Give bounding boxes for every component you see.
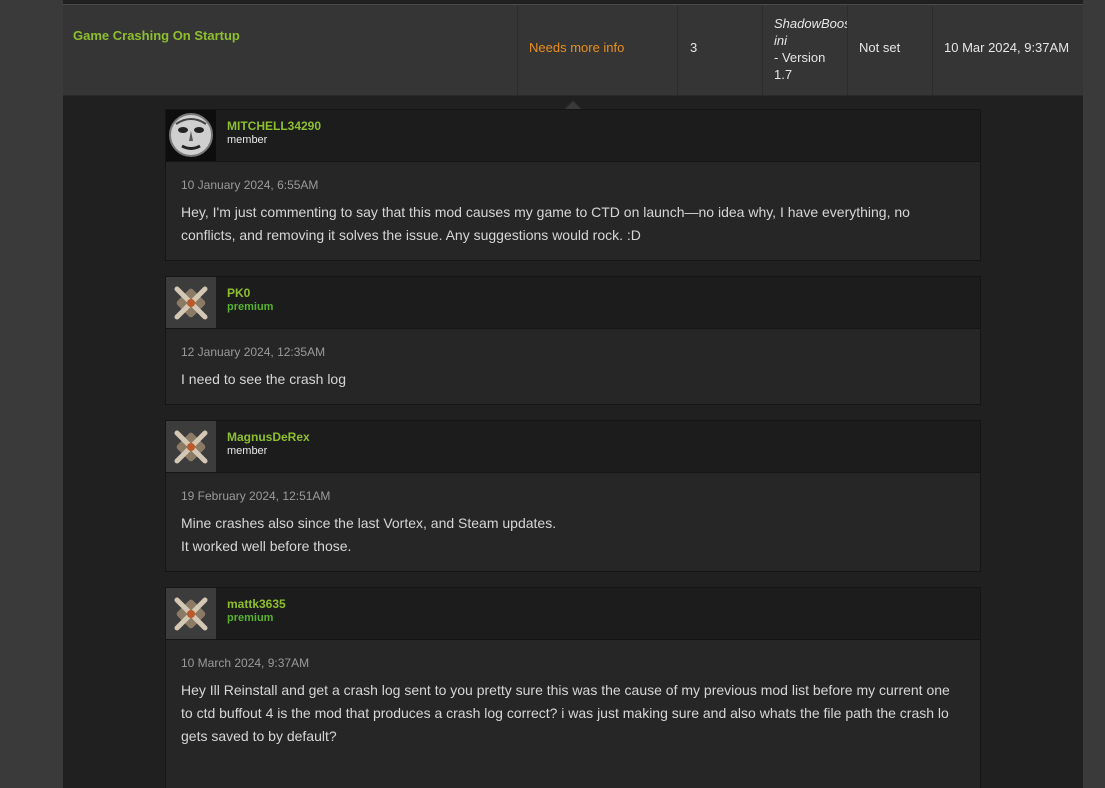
comment: mattk3635 premium 10 March 2024, 9:37AM … [165, 587, 981, 788]
comment-body: 10 January 2024, 6:55AM Hey, I'm just co… [166, 162, 980, 247]
comment: MagnusDeRex member 19 February 2024, 12:… [165, 420, 981, 572]
version-number: 1.7 [774, 67, 793, 82]
issue-version: ShadowBoost. ini - Version 1.7 [762, 5, 848, 95]
nexus-default-avatar-icon [174, 286, 208, 319]
comment-header: PK0 premium [166, 277, 980, 329]
comment-username[interactable]: MagnusDeRex [227, 430, 310, 444]
comment-user-role: premium [227, 301, 274, 313]
comment-date: 10 January 2024, 6:55AM [181, 178, 319, 192]
comment-date: 12 January 2024, 12:35AM [181, 345, 326, 359]
moon-face-avatar-icon [166, 110, 216, 161]
comment: MITCHELL34290 member 10 January 2024, 6:… [165, 109, 981, 261]
comment-username[interactable]: MITCHELL34290 [227, 119, 321, 133]
avatar[interactable] [166, 588, 216, 639]
avatar[interactable] [166, 421, 216, 472]
issue-status: Needs more info [517, 5, 678, 95]
comment-user-role: member [227, 134, 268, 146]
issue-last-post-date: 10 Mar 2024, 9:37AM [932, 5, 1083, 95]
comment-text: I need to see the crash log [181, 371, 346, 387]
issue-replies-count: 3 [677, 5, 763, 95]
comment-text: Hey Ill Reinstall and get a crash log se… [181, 682, 950, 744]
comment-header: mattk3635 premium [166, 588, 980, 640]
version-label: - Version [774, 50, 826, 65]
avatar[interactable] [166, 277, 216, 328]
avatar[interactable] [166, 110, 216, 161]
issue-title-link[interactable]: Game Crashing On Startup [73, 28, 240, 43]
version-ext: ini [774, 33, 788, 48]
comment-header: MITCHELL34290 member [166, 110, 980, 162]
issue-row[interactable]: Game Crashing On Startup Needs more info… [63, 4, 1083, 96]
comment-text: Mine crashes also since the last Vortex,… [181, 512, 965, 558]
version-file: ShadowBoost. [774, 16, 848, 31]
comment-body: 12 January 2024, 12:35AM I need to see t… [166, 329, 980, 391]
comment-text: Hey, I'm just commenting to say that thi… [181, 204, 910, 243]
right-gutter [1083, 0, 1105, 788]
comment-text-line: It worked well before those. [181, 538, 352, 554]
comment-header: MagnusDeRex member [166, 421, 980, 473]
comment-username[interactable]: PK0 [227, 286, 250, 300]
left-gutter [0, 0, 63, 788]
nexus-default-avatar-icon [174, 430, 208, 463]
comment-user-role: premium [227, 612, 274, 624]
comment: PK0 premium 12 January 2024, 12:35AM I n… [165, 276, 981, 405]
issue-title-cell: Game Crashing On Startup [63, 5, 518, 95]
comment-body: 19 February 2024, 12:51AM Mine crashes a… [166, 473, 980, 558]
issue-priority: Not set [847, 5, 933, 95]
comment-username[interactable]: mattk3635 [227, 597, 286, 611]
comment-body: 10 March 2024, 9:37AM Hey Ill Reinstall … [166, 640, 980, 748]
comment-user-role: member [227, 445, 268, 457]
comment-date: 10 March 2024, 9:37AM [181, 656, 310, 670]
comment-text-line: Mine crashes also since the last Vortex,… [181, 515, 557, 531]
comment-date: 19 February 2024, 12:51AM [181, 489, 331, 503]
nexus-default-avatar-icon [174, 597, 208, 630]
